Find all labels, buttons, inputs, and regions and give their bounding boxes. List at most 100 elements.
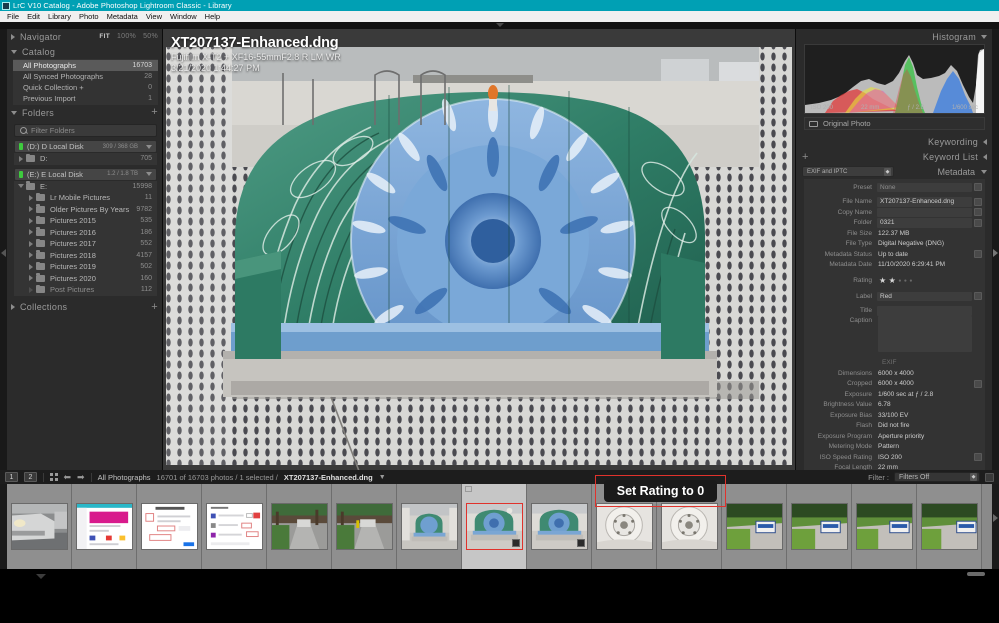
filmstrip-item-car-bumper[interactable] <box>7 484 72 569</box>
cropped-action-icon[interactable] <box>974 379 982 388</box>
histogram-header[interactable]: Histogram <box>796 29 993 44</box>
metadata-row-caption[interactable]: Caption <box>804 316 985 354</box>
menu-file[interactable]: File <box>3 11 23 22</box>
photo-viewer[interactable]: XT207137-Enhanced.dng Fujifilm X-T2 + XF… <box>163 29 795 471</box>
histogram-graph[interactable]: ISO 200 22 mm ƒ / 2.8 1/600 sec <box>804 44 985 114</box>
original-photo-button[interactable]: Original Photo <box>804 117 985 130</box>
metadata-row-action-icon[interactable] <box>974 208 982 217</box>
filmstrip-track[interactable] <box>7 484 992 569</box>
navigator-zoom-50[interactable]: 50% <box>143 33 158 40</box>
drive-row-e[interactable]: (E:) E Local Disk 1.2 / 1.8 TB <box>14 167 157 181</box>
label-dropdown-icon[interactable] <box>974 292 982 301</box>
preset-dropdown-icon[interactable] <box>974 183 982 192</box>
iso-action-icon[interactable] <box>974 453 982 462</box>
folder-expand-icon[interactable] <box>26 275 36 282</box>
folder-row[interactable]: Post Pictures 112 <box>14 284 157 296</box>
next-photo-icon[interactable]: ➡ <box>77 472 85 483</box>
develop-badge-icon[interactable] <box>576 539 585 547</box>
chevron-down-icon[interactable] <box>981 169 987 174</box>
folder-expand-icon[interactable] <box>26 252 36 259</box>
star-icon-filled[interactable]: ★ <box>879 276 886 285</box>
right-panel-collapse-icon[interactable] <box>993 249 998 257</box>
folder-row[interactable]: Pictures 2020 160 <box>14 273 157 285</box>
filmstrip-item-screenshot-list[interactable] <box>202 484 267 569</box>
folder-row[interactable]: Lr Mobile Pictures 11 <box>14 192 157 204</box>
metadata-row-title[interactable]: Title <box>804 306 985 317</box>
folder-collapse-icon[interactable] <box>16 184 26 189</box>
filmstrip-item-yard-sign-3[interactable] <box>852 484 917 569</box>
filter-folders-input[interactable]: Filter Folders <box>14 124 157 137</box>
filmstrip-item-yard-sign-1[interactable] <box>722 484 787 569</box>
folder-row[interactable]: Pictures 2017 552 <box>14 238 157 250</box>
metadata-row-preset[interactable]: Preset None <box>804 182 985 193</box>
metadata-view-select[interactable]: EXIF and IPTC ◆ <box>802 166 894 177</box>
filmstrip-item-bench-closeup-1[interactable] <box>462 484 527 569</box>
filmstrip-item-screenshot-form[interactable] <box>137 484 202 569</box>
previous-photo-icon[interactable]: ⬅ <box>64 472 72 483</box>
right-panel-edge[interactable] <box>992 29 999 499</box>
menu-edit[interactable]: Edit <box>23 11 44 22</box>
folder-row[interactable]: Pictures 2016 186 <box>14 227 157 239</box>
star-icon-filled[interactable]: ★ <box>889 276 896 285</box>
chevron-down-icon[interactable] <box>146 144 152 149</box>
folder-expand-icon[interactable] <box>26 194 36 201</box>
left-panel-collapse-icon[interactable] <box>1 249 6 257</box>
metadata-row-action-icon[interactable] <box>974 218 982 227</box>
filter-select[interactable]: Filters Off ◆ <box>894 472 980 482</box>
menu-help[interactable]: Help <box>201 11 224 22</box>
navigator-header[interactable]: Navigator FIT 100% 50% <box>7 29 162 44</box>
filter-lock-icon[interactable] <box>985 472 994 482</box>
folder-row[interactable]: D: 705 <box>14 153 157 165</box>
navigator-zoom-100[interactable]: 100% <box>117 33 136 40</box>
star-icon-empty[interactable]: ● <box>909 277 912 285</box>
drive-row-d[interactable]: (D:) D Local Disk 309 / 368 GB <box>14 140 157 153</box>
filmstrip-grid-icon[interactable] <box>50 473 58 481</box>
folder-row[interactable]: Older Pictures By Years 9782 <box>14 204 157 216</box>
filmstrip-item-street-trees-1[interactable] <box>267 484 332 569</box>
folder-expand-icon[interactable] <box>26 240 36 247</box>
metadata-row-action-icon[interactable] <box>974 197 982 206</box>
metadata-row-label[interactable]: Label Red <box>804 291 985 302</box>
filmstrip-next-icon[interactable] <box>993 514 998 522</box>
folder-expand-icon[interactable] <box>26 286 36 293</box>
add-keyword-button[interactable]: + <box>802 151 808 163</box>
menu-window[interactable]: Window <box>166 11 201 22</box>
menu-metadata[interactable]: Metadata <box>103 11 142 22</box>
catalog-item-previous-import[interactable]: Previous Import 1 <box>13 93 158 104</box>
metadata-row-rating[interactable]: Rating ★ ★ ● ● ● <box>804 274 985 287</box>
page-button-1[interactable]: 1 <box>5 472 18 482</box>
filmstrip-item-bench-wide[interactable] <box>397 484 462 569</box>
left-panel-edge[interactable] <box>0 29 7 499</box>
folder-row[interactable]: Pictures 2019 502 <box>14 261 157 273</box>
status-source[interactable]: All Photographs <box>98 473 151 482</box>
catalog-item-all-photographs[interactable]: All Photographs 16703 <box>13 60 158 71</box>
folder-row[interactable]: E: 15998 <box>14 181 157 193</box>
add-folder-button[interactable]: + <box>151 107 158 118</box>
folder-row[interactable]: Pictures 2015 535 <box>14 215 157 227</box>
add-collection-button[interactable]: + <box>151 301 158 313</box>
folder-expand-icon[interactable] <box>26 263 36 270</box>
folders-header[interactable]: Folders + <box>7 105 162 120</box>
filmstrip-item-bench-closeup-2[interactable] <box>527 484 592 569</box>
develop-badge-icon[interactable] <box>511 539 520 547</box>
menu-library[interactable]: Library <box>44 11 75 22</box>
filmstrip-item-street-trees-2[interactable] <box>332 484 397 569</box>
status-dropdown-icon[interactable]: ▼ <box>379 474 386 481</box>
folder-row[interactable]: Pictures 2018 4157 <box>14 250 157 262</box>
folder-expand-icon[interactable] <box>26 217 36 224</box>
module-picker-expand-icon[interactable] <box>495 23 504 27</box>
catalog-header[interactable]: Catalog <box>7 44 162 59</box>
star-icon-empty[interactable]: ● <box>904 277 907 285</box>
keyword-list-header[interactable]: + Keyword List <box>796 149 993 164</box>
metadata-row-folder[interactable]: Folder 0321 <box>804 218 985 229</box>
navigator-fit[interactable]: FIT <box>99 33 110 40</box>
filmstrip-item-screenshot-pink[interactable] <box>72 484 137 569</box>
collections-header[interactable]: Collections + <box>7 299 162 315</box>
star-icon-empty[interactable]: ● <box>898 277 901 285</box>
catalog-item-all-synced[interactable]: All Synced Photographs 28 <box>13 71 158 82</box>
metadata-row-file-name[interactable]: File Name XT207137-Enhanced.dng <box>804 197 985 208</box>
module-picker-collapsed[interactable] <box>0 22 999 29</box>
catalog-item-quick-collection[interactable]: Quick Collection + 0 <box>13 82 158 93</box>
rating-stars-metadata[interactable]: ★ ★ ● ● ● <box>877 276 912 285</box>
keywording-header[interactable]: Keywording <box>796 134 993 149</box>
